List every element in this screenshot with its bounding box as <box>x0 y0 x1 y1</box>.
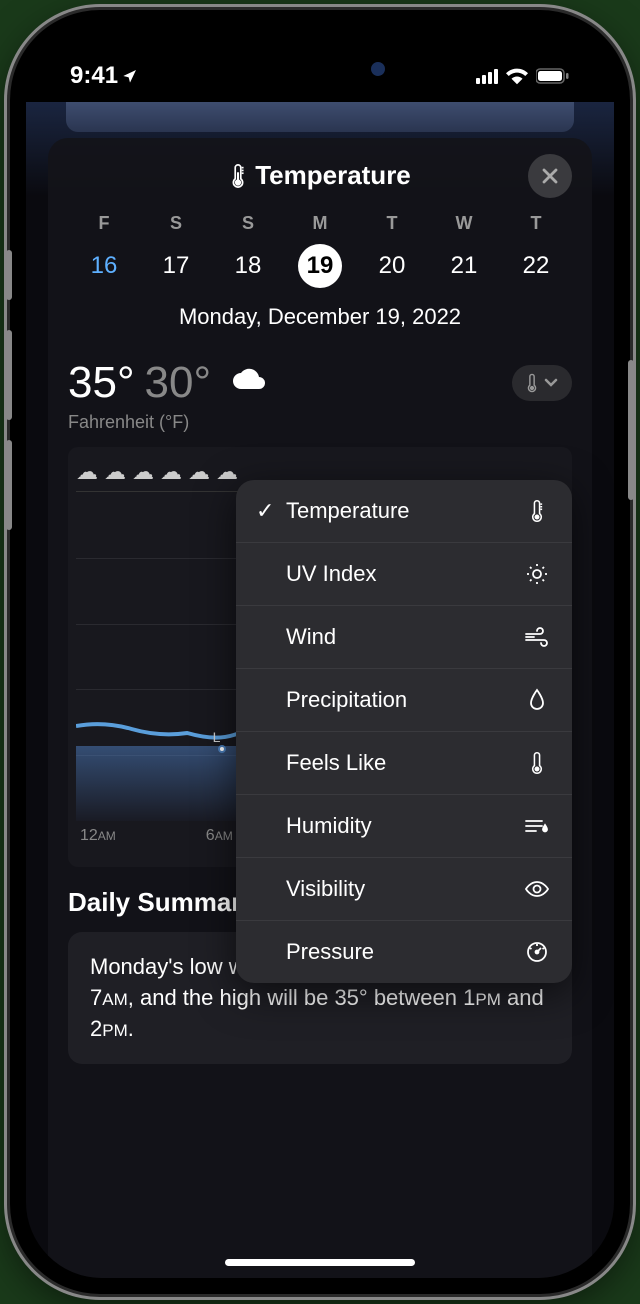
dropdown-item-pressure[interactable]: Pressure <box>236 921 572 983</box>
dynamic-island <box>235 44 405 94</box>
day-letter: M <box>313 213 328 234</box>
temperature-row: 35° 30° <box>68 358 572 408</box>
metric-selector-button[interactable] <box>512 365 572 401</box>
day-letter: S <box>170 213 182 234</box>
humidity-icon <box>522 815 552 837</box>
day-wed[interactable]: W 21 <box>428 213 500 288</box>
cellular-signal-icon <box>476 69 498 84</box>
day-letter: W <box>456 213 473 234</box>
chart-fill <box>76 746 261 821</box>
wind-icon <box>522 626 552 648</box>
dropdown-label: Humidity <box>286 813 522 839</box>
thermometer-icon <box>229 163 247 189</box>
day-number[interactable]: 16 <box>82 244 126 288</box>
day-number[interactable]: 20 <box>370 244 414 288</box>
close-icon <box>541 167 559 185</box>
unit-label: Fahrenheit (°F) <box>68 412 572 433</box>
front-camera <box>371 62 385 76</box>
content: Temperature F 16 S 17 <box>26 102 614 1278</box>
chevron-down-icon <box>544 378 558 388</box>
detail-sheet: Temperature F 16 S 17 <box>48 138 592 1278</box>
x-tick-12am: 12AM <box>80 827 116 845</box>
day-sun[interactable]: S 18 <box>212 213 284 288</box>
temp-high: 35° <box>68 358 135 408</box>
cloud-icon: ☁ <box>76 459 98 485</box>
thermometer-icon <box>526 373 538 393</box>
metric-dropdown-menu: ✓ Temperature UV Index Wind <box>236 480 572 983</box>
chart-line <box>76 711 261 751</box>
volume-down-button <box>6 440 12 530</box>
dropdown-label: Temperature <box>286 498 522 524</box>
dropdown-item-temperature[interactable]: ✓ Temperature <box>236 480 572 543</box>
dropdown-item-precipitation[interactable]: Precipitation <box>236 669 572 732</box>
cloud-icon: ☁ <box>188 459 210 485</box>
low-marker-dot <box>218 745 226 753</box>
dropdown-label: UV Index <box>286 561 522 587</box>
dropdown-label: Pressure <box>286 939 522 965</box>
cloud-icon: ☁ <box>132 459 154 485</box>
cloud-icon: ☁ <box>216 459 238 485</box>
dropdown-item-uvindex[interactable]: UV Index <box>236 543 572 606</box>
dropdown-label: Feels Like <box>286 750 522 776</box>
battery-icon <box>536 68 570 84</box>
time-text: 9:41 <box>70 62 118 90</box>
volume-up-button <box>6 330 12 420</box>
mute-switch <box>6 250 12 300</box>
day-tue[interactable]: T 20 <box>356 213 428 288</box>
dropdown-label: Wind <box>286 624 522 650</box>
thermometer-icon <box>522 751 552 775</box>
dropdown-item-feelslike[interactable]: Feels Like <box>236 732 572 795</box>
close-button[interactable] <box>528 154 572 198</box>
day-fri[interactable]: F 16 <box>68 213 140 288</box>
day-sat[interactable]: S 17 <box>140 213 212 288</box>
day-letter: S <box>242 213 254 234</box>
status-icons <box>476 67 570 85</box>
temperature-values: 35° 30° <box>68 358 269 408</box>
day-letter: T <box>387 213 398 234</box>
gauge-icon <box>522 940 552 964</box>
sheet-header: Temperature <box>68 160 572 191</box>
x-tick-6am: 6AM <box>206 827 233 845</box>
cloud-icon <box>229 362 269 404</box>
sheet-title: Temperature <box>229 160 411 191</box>
day-number[interactable]: 21 <box>442 244 486 288</box>
day-number[interactable]: 22 <box>514 244 558 288</box>
dropdown-label: Visibility <box>286 876 522 902</box>
wifi-icon <box>506 67 528 85</box>
screen: 9:41 <box>26 26 614 1278</box>
status-time: 9:41 <box>70 62 138 90</box>
day-letter: F <box>99 213 110 234</box>
day-number[interactable]: 17 <box>154 244 198 288</box>
cloud-icon: ☁ <box>160 459 182 485</box>
dropdown-item-visibility[interactable]: Visibility <box>236 858 572 921</box>
dropdown-item-wind[interactable]: Wind <box>236 606 572 669</box>
day-number[interactable]: 18 <box>226 244 270 288</box>
sheet-title-text: Temperature <box>255 160 411 191</box>
home-indicator[interactable] <box>225 1259 415 1266</box>
day-number-selected[interactable]: 19 <box>298 244 342 288</box>
thermometer-icon <box>522 499 552 523</box>
low-marker-label: L <box>213 729 221 745</box>
background-sheet-peek[interactable] <box>66 102 574 132</box>
day-mon[interactable]: M 19 <box>284 213 356 288</box>
temp-low: 30° <box>145 358 212 408</box>
location-icon <box>122 68 138 84</box>
drop-icon <box>522 688 552 712</box>
power-button <box>628 360 634 500</box>
dropdown-label: Precipitation <box>286 687 522 713</box>
checkmark-icon: ✓ <box>256 498 286 524</box>
phone-frame: 9:41 <box>10 10 630 1294</box>
day-selector[interactable]: F 16 S 17 S 18 M 19 <box>68 213 572 288</box>
full-date-label: Monday, December 19, 2022 <box>68 304 572 330</box>
day-letter: T <box>531 213 542 234</box>
sun-icon <box>522 562 552 586</box>
day-thu[interactable]: T 22 <box>500 213 572 288</box>
dropdown-item-humidity[interactable]: Humidity <box>236 795 572 858</box>
cloud-icon: ☁ <box>104 459 126 485</box>
eye-icon <box>522 880 552 898</box>
